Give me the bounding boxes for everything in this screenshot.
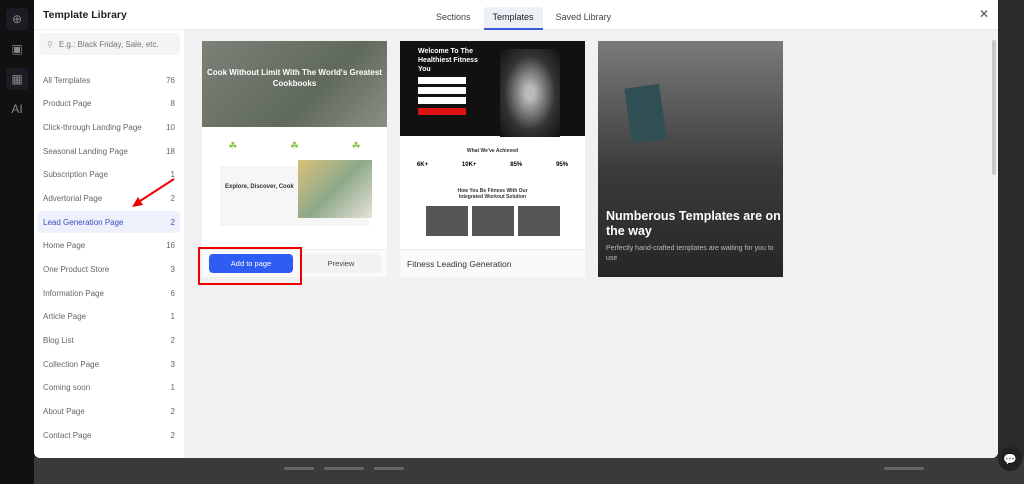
category-count: 3: [170, 359, 175, 369]
category-label: Article Page: [43, 312, 87, 322]
search-icon: ⚲: [47, 39, 53, 49]
category-item[interactable]: Product Page 8: [38, 93, 180, 115]
category-item[interactable]: Lead Generation Page 2: [38, 211, 180, 234]
category-item[interactable]: About Page 2: [38, 401, 180, 423]
highlight-box: [198, 247, 302, 285]
template-icon[interactable]: ▦: [6, 68, 28, 90]
category-label: Blog List: [43, 336, 74, 346]
category-count: 10: [166, 122, 175, 132]
category-count: 2: [170, 430, 175, 440]
category-item[interactable]: Information Page 6: [38, 282, 180, 304]
tab-templates[interactable]: Templates: [483, 7, 543, 30]
category-label: Contact Page: [43, 430, 92, 440]
scrollbar[interactable]: [992, 40, 996, 175]
category-item[interactable]: Contact Page 2: [38, 424, 180, 446]
category-label: Advertorial Page: [43, 193, 103, 203]
category-label: Lead Generation Page: [43, 217, 124, 227]
category-label: Collection Page: [43, 359, 100, 369]
template-library-modal: Template Library Sections Templates Save…: [34, 0, 998, 458]
tab-saved-library[interactable]: Saved Library: [547, 7, 621, 30]
category-count: 76: [166, 75, 175, 85]
template-card-fitness[interactable]: Welcome To The Healthiest Fitness You Wh…: [400, 41, 585, 277]
category-count: 8: [170, 99, 175, 109]
category-count: 2: [170, 217, 175, 227]
category-label: Seasonal Landing Page: [43, 146, 128, 156]
category-item[interactable]: Blog List 2: [38, 330, 180, 352]
category-label: Click-through Landing Page: [43, 122, 142, 132]
ai-icon[interactable]: AI: [6, 98, 28, 120]
category-item[interactable]: Home Page 16: [38, 235, 180, 257]
category-item[interactable]: Coming soon 1: [38, 377, 180, 399]
modal-title: Template Library: [43, 9, 127, 21]
category-count: 1: [170, 312, 175, 322]
category-item[interactable]: Click-through Landing Page 10: [38, 116, 180, 138]
search-box: ⚲: [39, 33, 180, 55]
cookbook-thumbnail: Cook Without Limit With The World's Grea…: [202, 41, 387, 127]
category-label: About Page: [43, 407, 85, 417]
coming-soon-card: Numberous Templates are on the way Perfe…: [598, 41, 783, 277]
category-count: 3: [170, 265, 175, 274]
category-item[interactable]: All Templates 76: [38, 69, 180, 91]
tab-sections[interactable]: Sections: [427, 7, 480, 30]
template-card-cookbook[interactable]: Cook Without Limit With The World's Grea…: [202, 41, 387, 277]
chat-icon[interactable]: 💬: [998, 447, 1022, 471]
template-name: Fitness Leading Generation: [400, 249, 585, 277]
category-label: Subscription Page: [43, 170, 108, 180]
category-label: Product Page: [43, 99, 92, 109]
pages-icon[interactable]: ▣: [6, 38, 28, 60]
category-item[interactable]: One Product Store 3: [38, 259, 180, 281]
category-count: 6: [170, 288, 175, 298]
category-label: Coming soon: [43, 383, 91, 393]
editor-toolbar: ⊕ ▣ ▦ AI: [0, 0, 34, 484]
category-count: 16: [166, 241, 175, 251]
template-grid: Cook Without Limit With The World's Grea…: [184, 30, 998, 458]
category-label: All Templates: [43, 75, 91, 85]
category-item[interactable]: Seasonal Landing Page 18: [38, 140, 180, 162]
category-count: 2: [170, 407, 175, 417]
search-input[interactable]: [58, 39, 169, 49]
category-label: Home Page: [43, 241, 86, 251]
arrow-annotation: [132, 178, 175, 207]
fitness-thumbnail: Welcome To The Healthiest Fitness You: [400, 41, 585, 137]
preview-button[interactable]: Preview: [301, 254, 381, 273]
close-icon[interactable]: ✕: [979, 7, 989, 21]
category-label: Information Page: [43, 288, 104, 298]
category-count: 1: [170, 383, 175, 393]
editor-bottom: [34, 458, 1024, 484]
category-label: One Product Store: [43, 265, 110, 274]
category-item[interactable]: Collection Page 3: [38, 353, 180, 375]
add-icon[interactable]: ⊕: [6, 8, 28, 30]
category-count: 18: [166, 146, 175, 156]
category-count: 2: [170, 336, 175, 346]
category-item[interactable]: Article Page 1: [38, 306, 180, 328]
